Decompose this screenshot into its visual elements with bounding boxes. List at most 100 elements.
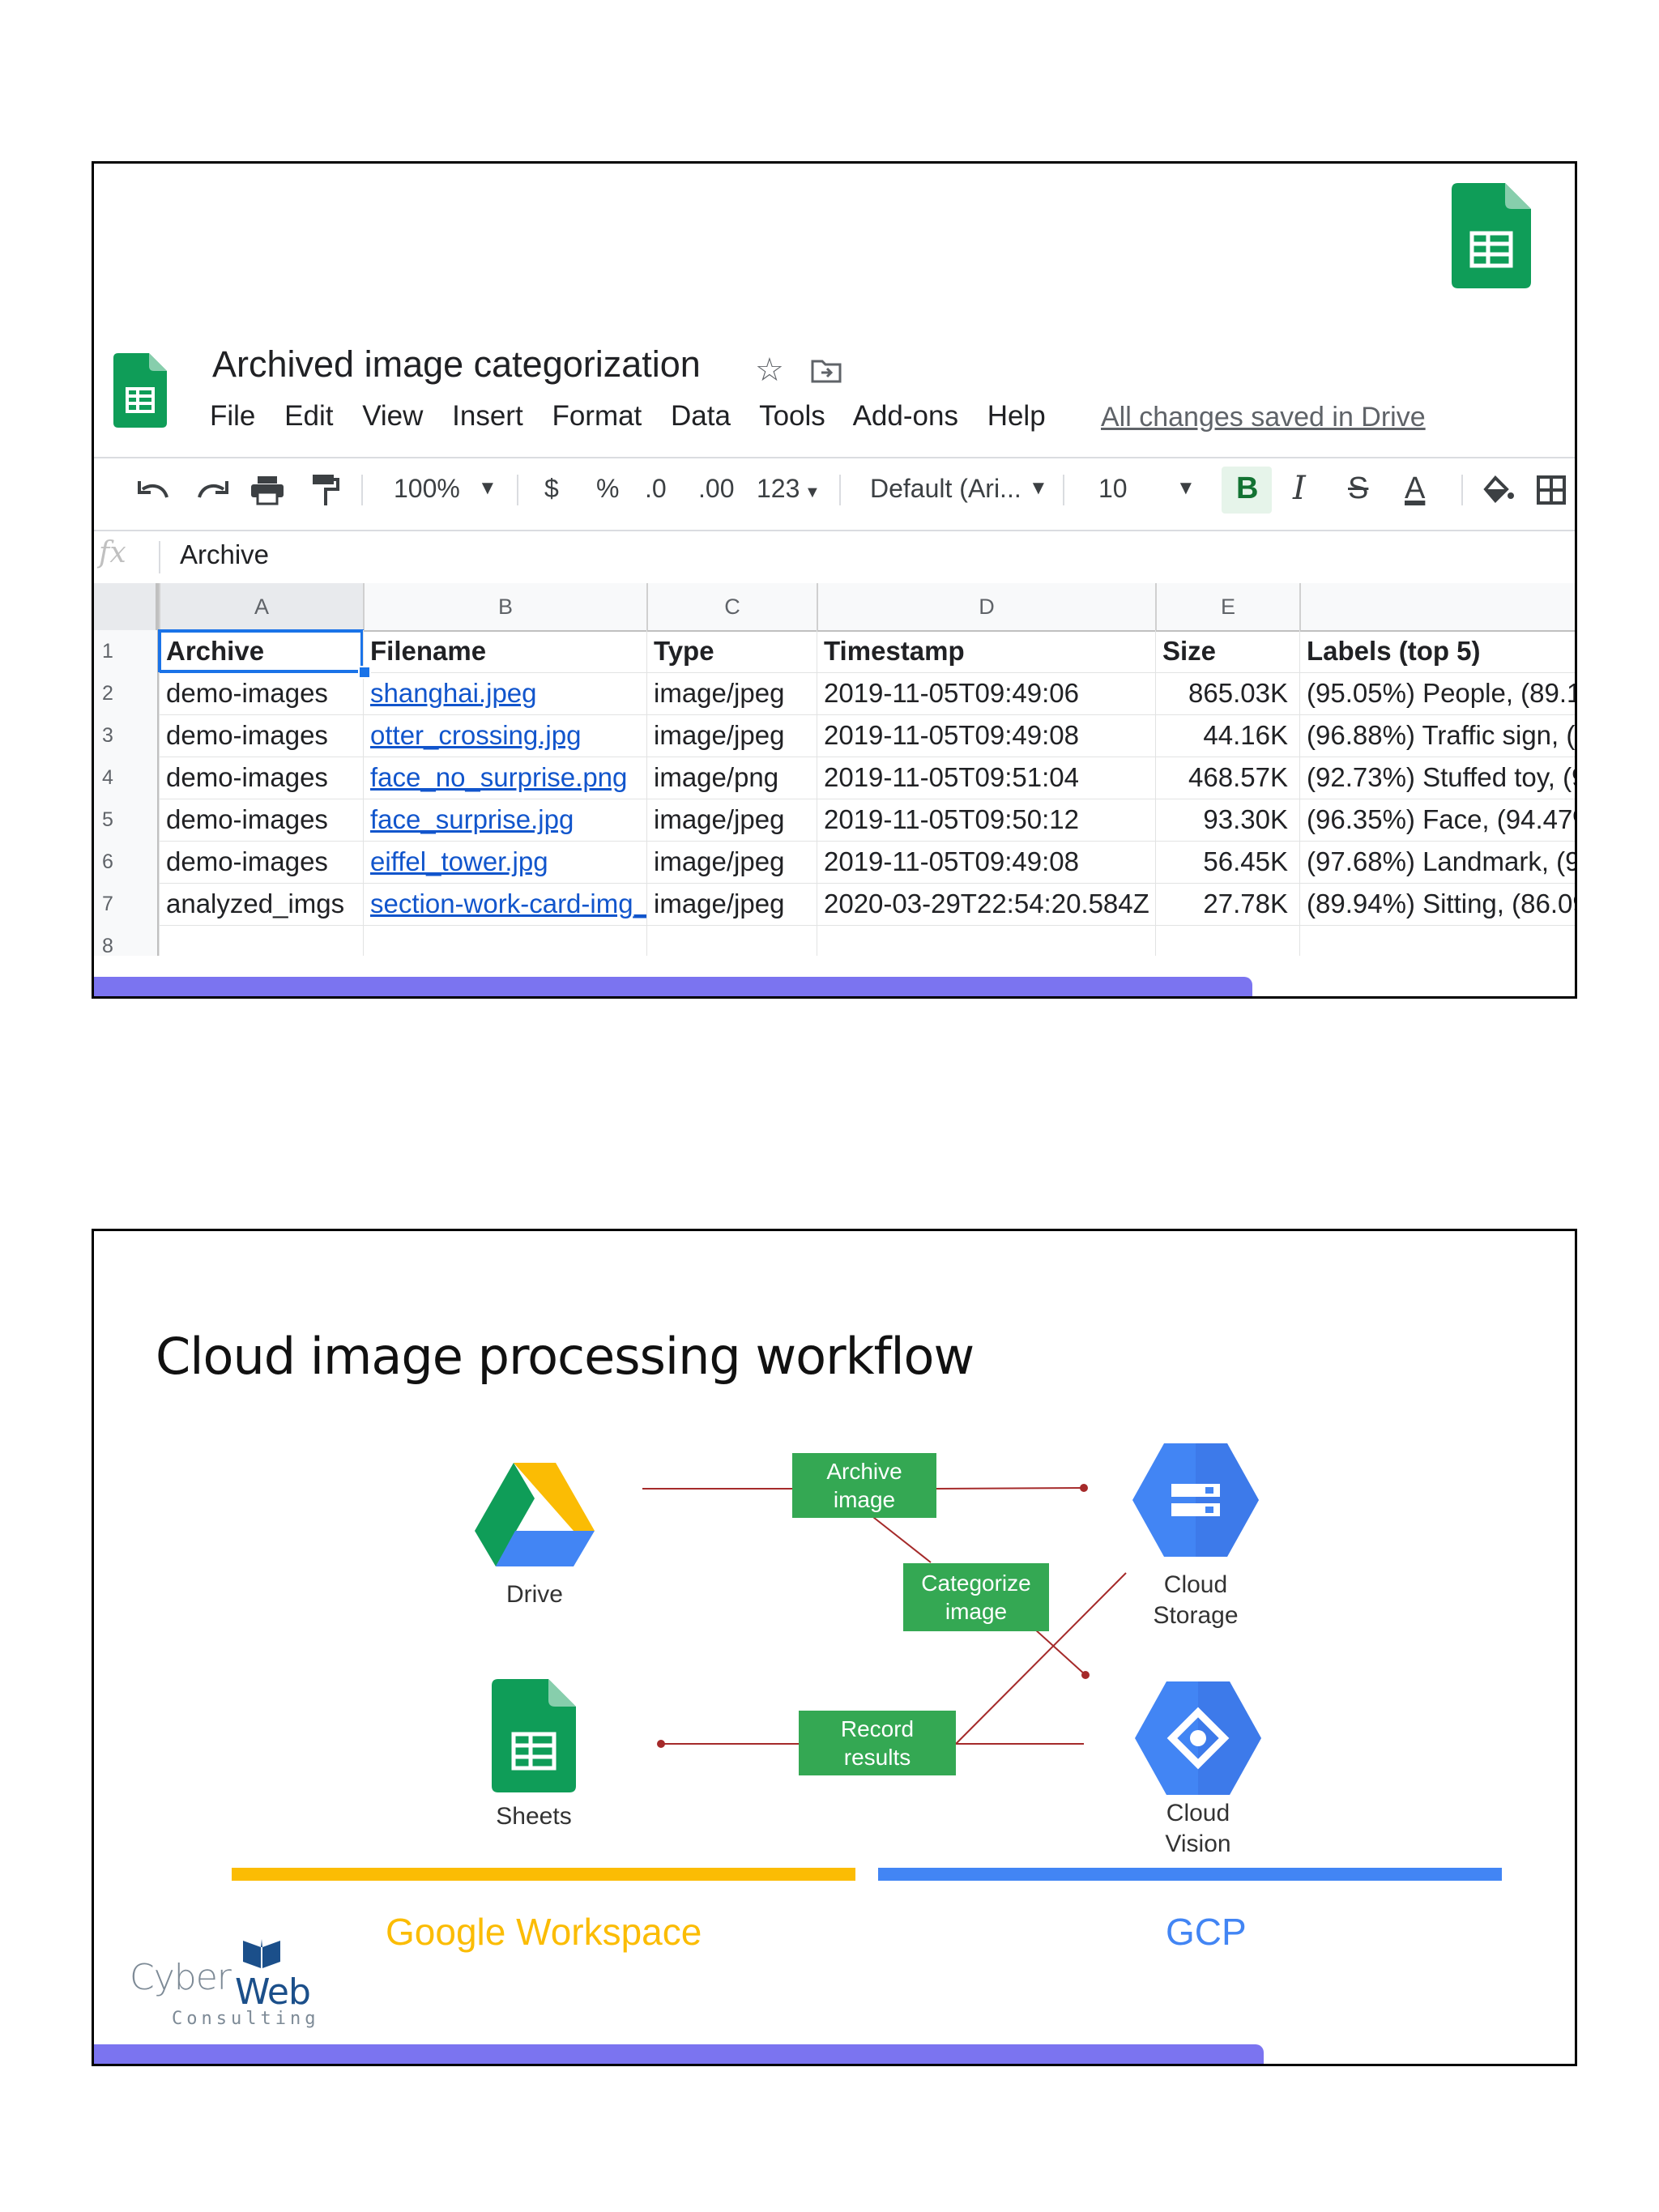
row-number[interactable]: 8: [94, 925, 159, 956]
table-cell[interactable]: image/png: [646, 757, 817, 799]
table-cell[interactable]: (92.73%) Stuffed toy, (9: [1299, 757, 1575, 799]
menu-help[interactable]: Help: [987, 400, 1046, 432]
row-number[interactable]: 2: [94, 672, 159, 714]
menu-edit[interactable]: Edit: [284, 400, 333, 432]
empty-cell[interactable]: [1155, 925, 1299, 956]
table-cell[interactable]: 2019-11-05T09:50:12: [817, 799, 1155, 841]
sheets-app-icon[interactable]: [113, 353, 167, 428]
font-size-dropdown-icon[interactable]: ▼: [1176, 467, 1196, 510]
currency-format-button[interactable]: $: [544, 467, 559, 510]
menu-view[interactable]: View: [362, 400, 423, 432]
table-cell[interactable]: image/jpeg: [646, 799, 817, 841]
zoom-dropdown-icon[interactable]: ▼: [478, 467, 497, 510]
table-cell[interactable]: 56.45K: [1155, 841, 1299, 883]
table-cell[interactable]: 2019-11-05T09:49:08: [817, 714, 1155, 757]
font-dropdown-icon[interactable]: ▼: [1029, 467, 1048, 510]
selection-fill-handle[interactable]: [358, 666, 371, 679]
borders-icon[interactable]: [1536, 475, 1567, 505]
empty-cell[interactable]: [159, 925, 363, 956]
table-cell[interactable]: (96.35%) Face, (94.47%: [1299, 799, 1575, 841]
filename-link-cell[interactable]: section-work-card-img_: [363, 883, 646, 925]
row-number[interactable]: 5: [94, 799, 159, 841]
header-cell[interactable]: Filename: [363, 630, 646, 672]
table-cell[interactable]: 2020-03-29T22:54:20.584Z: [817, 883, 1155, 925]
table-cell[interactable]: demo-images: [159, 799, 363, 841]
menu-data[interactable]: Data: [671, 400, 731, 432]
table-cell[interactable]: demo-images: [159, 672, 363, 714]
strikethrough-button[interactable]: S: [1348, 467, 1368, 510]
table-cell[interactable]: image/jpeg: [646, 883, 817, 925]
increase-decimal-button[interactable]: .00: [698, 467, 734, 510]
row-number[interactable]: 6: [94, 841, 159, 883]
filename-link-cell[interactable]: face_surprise.jpg: [363, 799, 646, 841]
menu-format[interactable]: Format: [552, 400, 642, 432]
table-cell[interactable]: (95.05%) People, (89.12: [1299, 672, 1575, 714]
table-cell[interactable]: 2019-11-05T09:49:08: [817, 841, 1155, 883]
print-icon[interactable]: [249, 475, 285, 505]
table-cell[interactable]: image/jpeg: [646, 672, 817, 714]
table-cell[interactable]: 468.57K: [1155, 757, 1299, 799]
filename-link-cell[interactable]: otter_crossing.jpg: [363, 714, 646, 757]
table-cell[interactable]: 27.78K: [1155, 883, 1299, 925]
menu-file[interactable]: File: [210, 400, 255, 432]
header-cell[interactable]: Labels (top 5): [1299, 630, 1575, 672]
more-formats-button[interactable]: 123 ▼: [757, 467, 821, 514]
empty-cell[interactable]: [817, 925, 1155, 956]
column-header-f[interactable]: [1299, 583, 1575, 630]
table-cell[interactable]: 865.03K: [1155, 672, 1299, 714]
table-cell[interactable]: analyzed_imgs: [159, 883, 363, 925]
undo-icon[interactable]: [136, 476, 172, 502]
menu-insert[interactable]: Insert: [452, 400, 523, 432]
formula-input[interactable]: Archive: [180, 539, 269, 570]
fill-color-icon[interactable]: [1481, 473, 1515, 505]
empty-cell[interactable]: [363, 925, 646, 956]
document-title[interactable]: Archived image categorization: [212, 343, 701, 386]
table-cell[interactable]: 2019-11-05T09:51:04: [817, 757, 1155, 799]
table-cell[interactable]: 93.30K: [1155, 799, 1299, 841]
row-number[interactable]: 4: [94, 757, 159, 799]
table-cell[interactable]: 2019-11-05T09:49:06: [817, 672, 1155, 714]
table-cell[interactable]: (96.88%) Traffic sign, (9: [1299, 714, 1575, 757]
empty-cell[interactable]: [646, 925, 817, 956]
save-status-link[interactable]: All changes saved in Drive: [1101, 402, 1426, 433]
menu-addons[interactable]: Add-ons: [853, 400, 958, 432]
table-cell[interactable]: image/jpeg: [646, 841, 817, 883]
paint-format-icon[interactable]: [311, 473, 340, 507]
move-to-folder-icon[interactable]: [810, 358, 842, 384]
text-color-button[interactable]: A: [1405, 467, 1425, 510]
table-cell[interactable]: 44.16K: [1155, 714, 1299, 757]
italic-button[interactable]: I: [1293, 467, 1306, 510]
column-header-a[interactable]: A: [159, 583, 363, 630]
header-cell[interactable]: Archive: [158, 629, 364, 673]
filename-link-cell[interactable]: eiffel_tower.jpg: [363, 841, 646, 883]
percent-format-button[interactable]: %: [596, 467, 619, 510]
column-header-d[interactable]: D: [817, 583, 1155, 630]
filename-link-cell[interactable]: face_no_surprise.png: [363, 757, 646, 799]
row-number[interactable]: 1: [94, 630, 159, 672]
table-cell[interactable]: demo-images: [159, 841, 363, 883]
star-icon[interactable]: ☆: [755, 352, 784, 389]
font-size-select[interactable]: 10: [1098, 467, 1128, 510]
select-all-corner[interactable]: [94, 583, 159, 630]
column-header-c[interactable]: C: [646, 583, 817, 630]
header-cell[interactable]: Type: [646, 630, 817, 672]
table-cell[interactable]: (89.94%) Sitting, (86.09: [1299, 883, 1575, 925]
column-header-e[interactable]: E: [1155, 583, 1299, 630]
menu-tools[interactable]: Tools: [759, 400, 825, 432]
header-cell[interactable]: Size: [1155, 630, 1299, 672]
row-number[interactable]: 7: [94, 883, 159, 925]
font-family-select[interactable]: Default (Ari...: [870, 467, 1021, 510]
decrease-decimal-button[interactable]: .0: [645, 467, 667, 510]
zoom-select[interactable]: 100%: [394, 467, 460, 510]
table-cell[interactable]: demo-images: [159, 757, 363, 799]
table-cell[interactable]: (97.68%) Landmark, (95: [1299, 841, 1575, 883]
row-number[interactable]: 3: [94, 714, 159, 757]
bold-button[interactable]: B: [1236, 467, 1258, 510]
empty-cell[interactable]: [1299, 925, 1575, 956]
table-cell[interactable]: demo-images: [159, 714, 363, 757]
column-header-b[interactable]: B: [363, 583, 646, 630]
redo-icon[interactable]: [194, 476, 230, 502]
filename-link-cell[interactable]: shanghai.jpeg: [363, 672, 646, 714]
table-cell[interactable]: image/jpeg: [646, 714, 817, 757]
header-cell[interactable]: Timestamp: [817, 630, 1155, 672]
